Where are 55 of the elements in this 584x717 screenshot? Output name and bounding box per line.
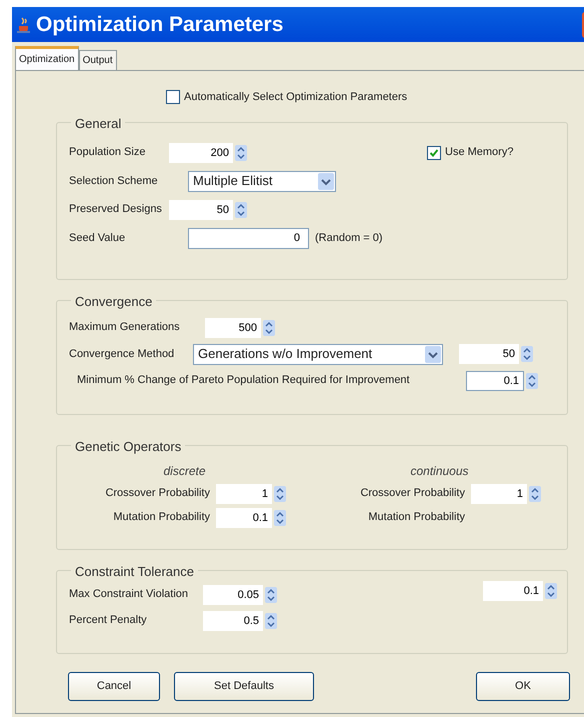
spinner-arrows-icon[interactable]	[235, 202, 247, 218]
chevron-down-icon	[425, 346, 441, 362]
field-label: Percent Penalty	[69, 613, 148, 628]
dropdown[interactable]: Multiple Elitist	[188, 170, 336, 192]
spinner-arrows-icon[interactable]	[529, 486, 541, 502]
chevron-down-icon	[318, 172, 334, 190]
field-label: Crossover Probability	[360, 486, 465, 502]
field-label: Automatically Select Optimization Parameters	[184, 90, 408, 105]
number-field[interactable]: 0.5	[203, 610, 263, 630]
spinner-arrows-icon[interactable]	[274, 510, 286, 526]
number-field[interactable]: 200	[169, 142, 233, 162]
tab[interactable]: Output	[78, 50, 117, 70]
field-label: Selection Scheme	[69, 174, 159, 189]
column-heading: discrete	[163, 462, 206, 480]
field-label: Mutation Probability	[368, 510, 465, 526]
number-field[interactable]: 50	[459, 344, 519, 364]
field-label: Convergence Method	[69, 346, 176, 362]
dialog-button[interactable]: Cancel	[68, 672, 160, 700]
number-field[interactable]: 1	[216, 484, 272, 504]
column-heading: continuous	[410, 462, 469, 480]
field-label: Use Memory?	[445, 145, 514, 160]
field-label: Seed Value	[69, 230, 126, 246]
spinner-arrows-icon[interactable]	[263, 320, 275, 336]
field-label: (Random = 0)	[315, 230, 383, 246]
number-field[interactable]: 0.1	[483, 580, 543, 600]
number-field[interactable]: 500	[205, 318, 261, 338]
spinner-arrows-icon[interactable]	[521, 346, 533, 362]
tab[interactable]: Optimization	[15, 46, 79, 70]
spinner-arrows-icon[interactable]	[274, 486, 286, 502]
seed-field[interactable]: 0	[188, 228, 309, 248]
field-label: Preserved Designs	[69, 202, 163, 218]
field-label: Population Size	[69, 145, 146, 160]
number-field[interactable]: 0.1	[216, 508, 272, 528]
checkbox[interactable]	[427, 146, 441, 160]
spinner-arrows-icon[interactable]	[265, 612, 277, 628]
dropdown[interactable]: Generations w/o Improvement	[193, 344, 443, 364]
spinner-arrows-icon[interactable]	[235, 144, 247, 160]
field-label: Maximum Generations	[69, 320, 181, 336]
dialog-button[interactable]: OK	[476, 672, 570, 700]
cup-icon	[16, 16, 32, 34]
field-label: Max Constraint Violation	[69, 587, 190, 602]
checkbox[interactable]	[166, 90, 180, 104]
field-label: Crossover Probability	[105, 486, 210, 502]
spinner-arrows-icon[interactable]	[526, 372, 538, 388]
number-field[interactable]: 0.05	[203, 584, 263, 604]
window-title: Optimization Parameters	[36, 12, 284, 38]
number-field[interactable]: 0.1	[466, 370, 524, 390]
spinner-arrows-icon[interactable]	[265, 586, 277, 602]
field-label: Minimum % Change of Pareto Population Required for Improvement	[76, 373, 411, 388]
dialog-button[interactable]: Set Defaults	[174, 672, 314, 700]
number-field[interactable]: 1	[471, 484, 527, 504]
number-field[interactable]: 50	[169, 200, 233, 220]
checkmark-icon	[429, 148, 439, 158]
field-label: Mutation Probability	[113, 510, 210, 526]
spinner-arrows-icon[interactable]	[545, 582, 557, 598]
